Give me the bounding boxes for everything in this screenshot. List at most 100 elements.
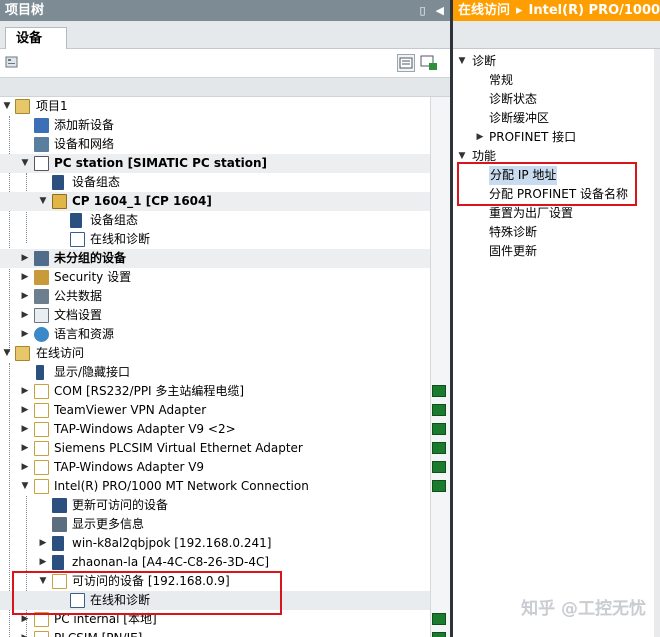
expand-arrow-icon[interactable]: ▶: [20, 325, 30, 344]
tree-item-zhaonan[interactable]: ▶ zhaonan-la [A4-4C-C8-26-3D-4C]: [0, 553, 430, 572]
nav-general[interactable]: 常规: [453, 71, 653, 90]
tree-item-online-diagnostics[interactable]: 在线和诊断: [0, 230, 430, 249]
common-data-icon: [34, 289, 49, 304]
add-device-icon: [34, 118, 49, 133]
tree-item-tap-adapter[interactable]: ▶ TAP-Windows Adapter V9: [0, 458, 446, 477]
nav-reset-factory[interactable]: 重置为出厂设置: [453, 204, 653, 223]
expand-arrow-icon[interactable]: ▼: [457, 52, 467, 71]
pc-station-icon: [34, 156, 49, 171]
tree-item-languages[interactable]: ▶ 语言和资源: [0, 325, 430, 344]
nav-profinet-interface[interactable]: ▶ PROFINET 接口: [453, 128, 653, 147]
cp-module-icon: [52, 194, 67, 209]
tree-item-plcsim[interactable]: ▶ PLCSIM [PN/IE]: [0, 629, 446, 637]
expand-arrow-icon[interactable]: ▼: [20, 154, 30, 173]
tree-header-bar: [0, 77, 450, 97]
expand-arrow-icon[interactable]: ▶: [20, 287, 30, 306]
document-icon: [34, 308, 49, 323]
expand-arrow-icon[interactable]: ▶: [20, 382, 30, 401]
breadcrumb-separator-icon: ▸: [516, 3, 523, 18]
right-scrollbar[interactable]: [654, 49, 660, 637]
expand-arrow-icon[interactable]: ▼: [2, 344, 12, 363]
tree-item-project1[interactable]: ▼ 项目1: [0, 97, 430, 116]
breadcrumb-online-access[interactable]: 在线访问: [458, 3, 510, 18]
nav-firmware-update[interactable]: 固件更新: [453, 242, 653, 261]
expand-arrow-icon[interactable]: ▼: [2, 97, 12, 116]
collapse-left-icon[interactable]: ◀: [436, 0, 444, 21]
tree-item-ungrouped-devices[interactable]: ▶ 未分组的设备: [0, 249, 430, 268]
status-unknown-icon: [432, 385, 446, 397]
expand-arrow-icon[interactable]: ▶: [38, 553, 48, 572]
expand-arrow-icon[interactable]: ▶: [20, 439, 30, 458]
status-ok-icon: [432, 613, 446, 625]
expand-arrow-icon[interactable]: ▶: [20, 401, 30, 420]
online-access-icon: [15, 346, 30, 361]
folder-icon: [34, 441, 49, 456]
tree-item-plcsim-adapter[interactable]: ▶ Siemens PLCSIM Virtual Ethernet Adapte…: [0, 439, 446, 458]
tab-devices[interactable]: 设备: [5, 27, 67, 50]
folder-icon: [34, 403, 49, 418]
tree-toolbar: [0, 49, 450, 77]
folder-icon: [34, 460, 49, 475]
status-ok-icon: [432, 632, 446, 637]
tree-item-win-k8al[interactable]: ▶ win-k8al2qbjpok [192.168.0.241]: [0, 534, 430, 553]
online-access-panel: 在线访问 ▸ Intel(R) PRO/1000 ▼ 诊断 常规 诊断状态 诊断缓冲…: [450, 0, 660, 637]
tree-properties-icon[interactable]: [4, 54, 22, 72]
folder-icon: [34, 631, 49, 637]
tree-item-com[interactable]: ▶ COM [RS232/PPI 多主站编程电缆]: [0, 382, 446, 401]
right-tab-strip: [453, 21, 660, 49]
language-globe-icon: [34, 327, 49, 342]
tree-item-teamviewer[interactable]: ▶ TeamViewer VPN Adapter: [0, 401, 446, 420]
nav-diagnostic-status[interactable]: 诊断状态: [453, 90, 653, 109]
tree-item-document-settings[interactable]: ▶ 文档设置: [0, 306, 430, 325]
device-icon: [52, 555, 64, 570]
highlight-box-functions: [457, 162, 637, 206]
expand-arrow-icon[interactable]: ▶: [20, 249, 30, 268]
status-ok-icon: [432, 404, 446, 416]
tree-item-device-config[interactable]: 设备组态: [0, 211, 430, 230]
tree-item-devices-networks[interactable]: 设备和网络: [0, 135, 430, 154]
status-ok-icon: [432, 480, 446, 492]
tree-item-tap-adapter-2[interactable]: ▶ TAP-Windows Adapter V9 <2>: [0, 420, 446, 439]
nav-diagnostic-buffer[interactable]: 诊断缓冲区: [453, 109, 653, 128]
nav-special-diagnostics[interactable]: 特殊诊断: [453, 223, 653, 242]
folder-icon: [34, 384, 49, 399]
status-ok-icon: [432, 461, 446, 473]
expand-arrow-icon[interactable]: ▼: [20, 477, 30, 496]
tree-item-intel-pro1000[interactable]: ▼ Intel(R) PRO/1000 MT Network Connectio…: [0, 477, 446, 496]
ungrouped-devices-icon: [34, 251, 49, 266]
project-tree-titlebar: 项目树 ▯ ◀: [0, 0, 450, 21]
tree-item-show-hide-interfaces[interactable]: 显示/隐藏接口: [0, 363, 430, 382]
tree-item-online-access[interactable]: ▼ 在线访问: [0, 344, 430, 363]
tree-item-add-new-device[interactable]: 添加新设备: [0, 116, 430, 135]
expand-arrow-icon[interactable]: ▶: [20, 420, 30, 439]
security-icon: [34, 270, 49, 285]
overview-view-icon[interactable]: [397, 54, 415, 72]
status-ok-icon: [432, 423, 446, 435]
tree-item-show-more-info[interactable]: 显示更多信息: [0, 515, 430, 534]
pin-icon[interactable]: ▯: [419, 0, 425, 21]
tree-item-security[interactable]: ▶ Security 设置: [0, 268, 430, 287]
expand-arrow-icon[interactable]: ▶: [20, 629, 30, 637]
expand-arrow-icon[interactable]: ▶: [20, 306, 30, 325]
breadcrumb-intel-adapter[interactable]: Intel(R) PRO/1000: [529, 3, 660, 18]
tree-item-cp1604[interactable]: ▼ CP 1604_1 [CP 1604]: [0, 192, 430, 211]
expand-arrow-icon[interactable]: ▶: [20, 268, 30, 287]
online-access-titlebar: 在线访问 ▸ Intel(R) PRO/1000: [453, 0, 660, 21]
expand-arrow-icon[interactable]: ▶: [20, 458, 30, 477]
info-search-icon: [52, 517, 67, 532]
network-view-icon[interactable]: [420, 54, 438, 72]
highlight-box-accessible-device: [12, 571, 282, 615]
device-icon: [52, 536, 64, 551]
status-column: [430, 97, 450, 637]
expand-arrow-icon[interactable]: ▶: [475, 128, 485, 147]
tree-item-common-data[interactable]: ▶ 公共数据: [0, 287, 430, 306]
tree-item-device-config[interactable]: 设备组态: [0, 173, 430, 192]
online-diag-icon: [70, 232, 85, 247]
nav-diagnostics[interactable]: ▼ 诊断: [453, 52, 653, 71]
status-ok-icon: [432, 442, 446, 454]
expand-arrow-icon[interactable]: ▼: [38, 192, 48, 211]
tree-item-update-accessible[interactable]: 更新可访问的设备: [0, 496, 430, 515]
tree-item-pc-station[interactable]: ▼ PC station [SIMATIC PC station]: [0, 154, 430, 173]
expand-arrow-icon[interactable]: ▶: [38, 534, 48, 553]
network-icon: [34, 137, 49, 152]
